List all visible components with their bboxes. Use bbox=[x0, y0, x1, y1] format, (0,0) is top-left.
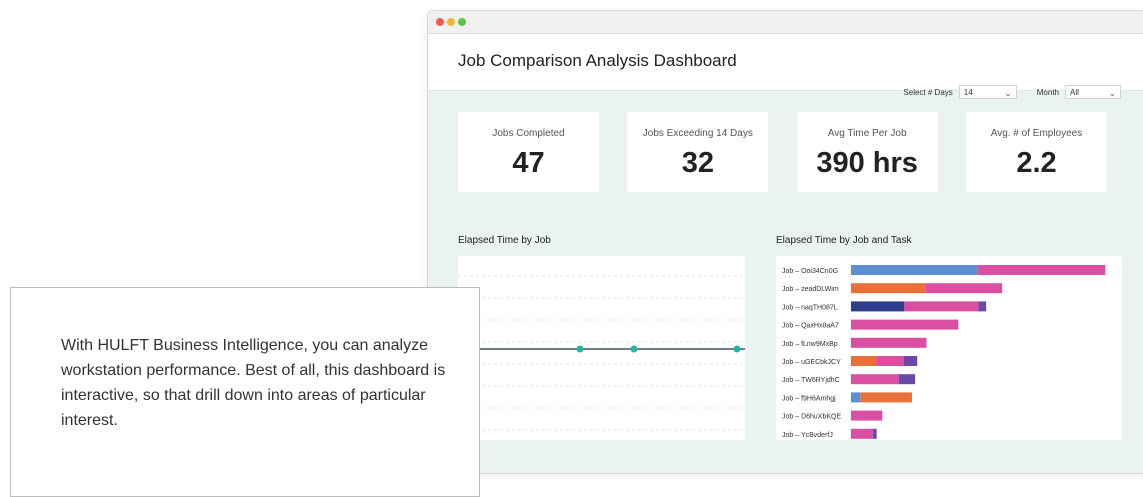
bar-chart-title: Elapsed Time by Job and Task bbox=[776, 235, 912, 246]
month-select[interactable]: All ⌄ bbox=[1065, 85, 1121, 99]
kpi-value: 32 bbox=[681, 147, 714, 179]
category-label: Job – Ooi34Cn0G bbox=[782, 268, 838, 275]
line-chart-title: Elapsed Time by Job bbox=[458, 235, 551, 246]
bar-segment[interactable] bbox=[876, 356, 904, 366]
bar-segment[interactable] bbox=[851, 283, 926, 294]
bar-segment[interactable] bbox=[851, 356, 877, 366]
chevron-down-icon: ⌄ bbox=[1108, 88, 1116, 98]
bar-segment[interactable] bbox=[977, 265, 1106, 275]
category-label: Job – YcBvderfJ bbox=[782, 432, 833, 439]
bar-segment[interactable] bbox=[978, 301, 987, 312]
kpi-row: Jobs Completed 47 Jobs Exceeding 14 Days… bbox=[458, 112, 1107, 192]
minimize-window-icon[interactable] bbox=[447, 18, 455, 26]
bar-segment[interactable] bbox=[872, 428, 877, 439]
chevron-down-icon: ⌄ bbox=[1004, 88, 1012, 98]
bar-segment[interactable] bbox=[851, 410, 883, 421]
kpi-value: 47 bbox=[512, 147, 545, 179]
bar-segment[interactable] bbox=[860, 392, 912, 403]
maximize-window-icon[interactable] bbox=[458, 18, 466, 26]
bar-chart[interactable]: Job – Ooi34Cn0G Job – zeadDLWim Job – naqT… bbox=[776, 256, 1122, 440]
line-chart-panel[interactable] bbox=[458, 256, 745, 440]
category-label: Job – zeadDLWim bbox=[782, 286, 839, 293]
category-label: Job – QaxHx8aA7 bbox=[782, 323, 839, 330]
kpi-card-avg-time[interactable]: Avg Time Per Job 390 hrs bbox=[796, 112, 938, 192]
category-label: Job – naqTH087L bbox=[782, 304, 838, 311]
data-point[interactable] bbox=[576, 345, 584, 353]
line-chart[interactable] bbox=[458, 256, 745, 440]
kpi-value: 2.2 bbox=[1016, 147, 1057, 179]
days-filter-label: Select # Days bbox=[903, 87, 953, 97]
window-titlebar bbox=[428, 11, 1143, 34]
kpi-label: Avg. # of Employees bbox=[990, 128, 1083, 139]
bar-segment[interactable] bbox=[925, 283, 1003, 294]
category-label: Job – f9H6Amhgj bbox=[782, 395, 836, 402]
category-label: Job – uGECbkJCY bbox=[782, 359, 841, 366]
kpi-card-avg-employees[interactable]: Avg. # of Employees 2.2 bbox=[965, 112, 1107, 192]
kpi-label: Jobs Completed bbox=[492, 128, 565, 139]
page-title: Job Comparison Analysis Dashboard bbox=[458, 51, 737, 70]
kpi-label: Jobs Exceeding 14 Days bbox=[642, 128, 753, 139]
kpi-card-jobs-completed[interactable]: Jobs Completed 47 bbox=[458, 112, 599, 192]
days-select[interactable]: 14 ⌄ bbox=[958, 85, 1017, 99]
bar-segment[interactable] bbox=[851, 265, 978, 275]
category-label: Job – fLnw9MxBp bbox=[782, 341, 838, 348]
bar-segment[interactable] bbox=[851, 392, 861, 403]
info-popup-text: With HULFT Business Intelligence, you ca… bbox=[61, 337, 446, 429]
bar-segment[interactable] bbox=[851, 337, 927, 348]
bar-segment[interactable] bbox=[851, 374, 899, 385]
kpi-value: 390 hrs bbox=[816, 147, 918, 179]
category-label: Job – D6huXbKQE bbox=[782, 414, 841, 421]
bar-segment[interactable] bbox=[851, 301, 904, 312]
close-window-icon[interactable] bbox=[436, 18, 444, 26]
data-point[interactable] bbox=[630, 345, 638, 353]
kpi-label: Avg Time Per Job bbox=[827, 128, 907, 139]
bar-segment[interactable] bbox=[851, 319, 959, 330]
bar-chart-panel[interactable]: Job – Ooi34Cn0G Job – zeadDLWim Job – naqT… bbox=[776, 256, 1122, 440]
bar-segment[interactable] bbox=[898, 374, 916, 385]
month-select-value: All bbox=[1070, 88, 1079, 97]
data-point[interactable] bbox=[733, 345, 741, 353]
dashboard-header: Job Comparison Analysis Dashboard bbox=[428, 34, 1143, 91]
bar-segment[interactable] bbox=[904, 356, 918, 366]
bar-segment[interactable] bbox=[904, 301, 979, 312]
bar-segment[interactable] bbox=[851, 428, 873, 439]
info-popup: With HULFT Business Intelligence, you ca… bbox=[10, 287, 480, 497]
days-select-value: 14 bbox=[963, 88, 973, 97]
filter-bar: Select # Days 14 ⌄ Month All ⌄ bbox=[903, 84, 1121, 100]
month-filter-label: Month bbox=[1036, 87, 1059, 97]
kpi-card-jobs-exceeding[interactable]: Jobs Exceeding 14 Days 32 bbox=[627, 112, 769, 192]
category-label: Job – TW6RYjdhC bbox=[782, 377, 840, 384]
